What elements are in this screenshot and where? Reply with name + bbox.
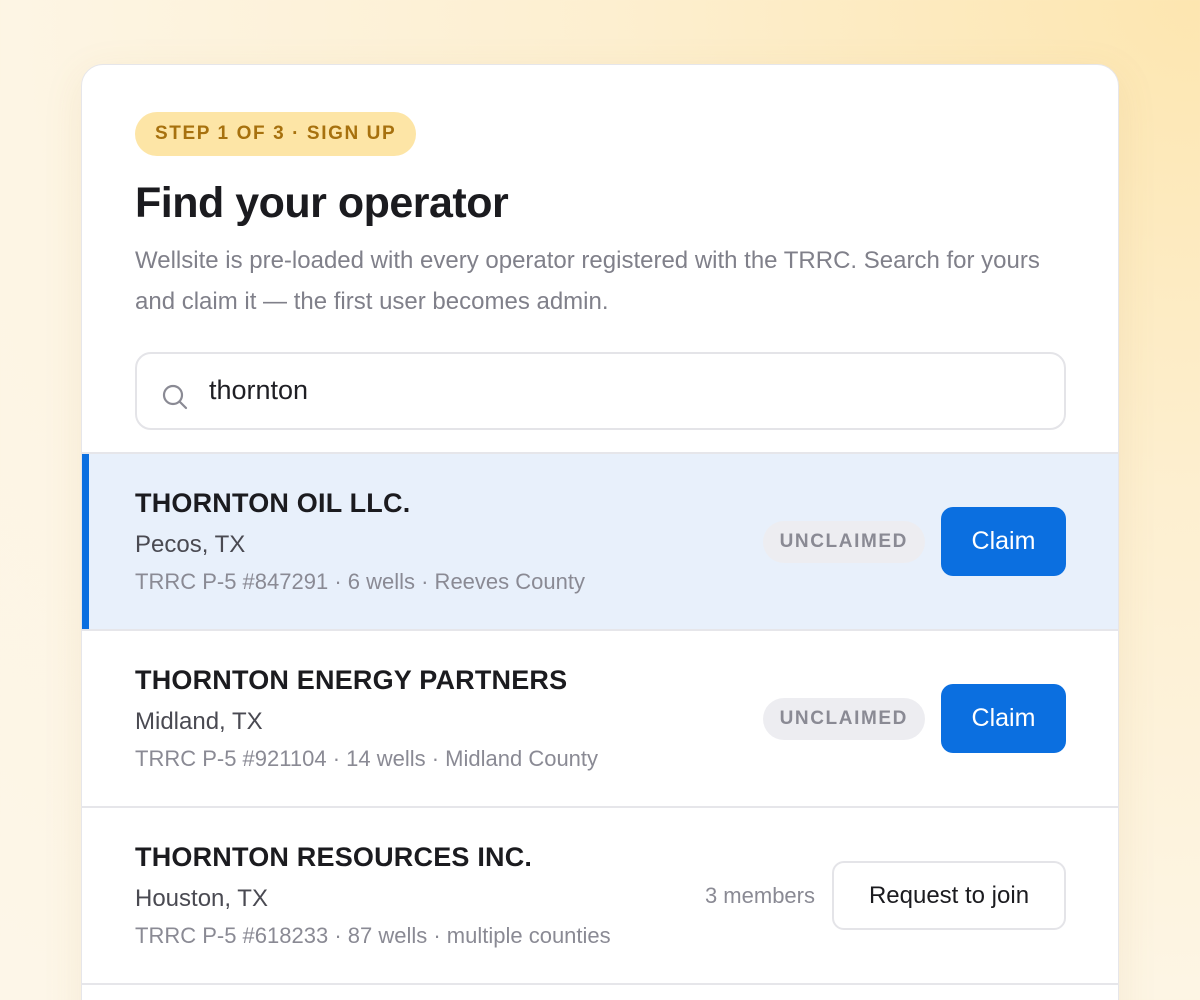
result-row[interactable]	[82, 983, 1118, 1000]
result-actions: UNCLAIMED Claim	[762, 684, 1066, 753]
status-badge: UNCLAIMED	[762, 697, 925, 740]
operator-location: Pecos, TX	[135, 531, 246, 558]
operator-meta: TRRC P-5 #618233 · 87 wells · multiple c…	[135, 923, 611, 948]
result-info: THORNTON ENERGY PARTNERS Midland, TX TRR…	[135, 665, 763, 772]
status-badge: UNCLAIMED	[762, 520, 925, 563]
result-info: THORNTON RESOURCES INC. Houston, TX TRRC…	[135, 842, 705, 949]
claim-button[interactable]: Claim	[941, 684, 1066, 753]
operator-meta: TRRC P-5 #847291 · 6 wells · Reeves Coun…	[135, 569, 585, 594]
operator-name: THORNTON OIL LLC.	[135, 488, 411, 518]
page-subtitle: Wellsite is pre-loaded with every operat…	[135, 247, 1040, 315]
member-count: 3 members	[704, 882, 815, 908]
operator-name: THORNTON RESOURCES INC.	[135, 842, 533, 872]
results-list: THORNTON OIL LLC. Pecos, TX TRRC P-5 #84…	[82, 452, 1118, 1000]
result-row[interactable]: THORNTON RESOURCES INC. Houston, TX TRRC…	[82, 806, 1118, 983]
request-to-join-button[interactable]: Request to join	[832, 861, 1066, 930]
search-icon	[161, 383, 189, 411]
operator-location: Houston, TX	[135, 885, 268, 912]
signup-card: STEP 1 OF 3 · SIGN UP Find your operator…	[81, 64, 1119, 1000]
operator-location: Midland, TX	[135, 708, 263, 735]
page-title: Find your operator	[135, 179, 509, 227]
search-input[interactable]: thornton	[135, 352, 1066, 430]
operator-meta: TRRC P-5 #921104 · 14 wells · Midland Co…	[135, 746, 599, 771]
result-actions: UNCLAIMED Claim	[762, 507, 1066, 576]
card-header: STEP 1 OF 3 · SIGN UP Find your operator…	[82, 65, 1118, 430]
step-badge: STEP 1 OF 3 · SIGN UP	[135, 112, 417, 156]
claim-button[interactable]: Claim	[941, 507, 1066, 576]
result-info: THORNTON OIL LLC. Pecos, TX TRRC P-5 #84…	[135, 488, 763, 595]
result-actions: 3 members Request to join	[705, 861, 1066, 930]
operator-name: THORNTON ENERGY PARTNERS	[135, 665, 568, 695]
search-value[interactable]: thornton	[209, 375, 308, 406]
result-row[interactable]: THORNTON ENERGY PARTNERS Midland, TX TRR…	[82, 629, 1118, 806]
result-row-selected[interactable]: THORNTON OIL LLC. Pecos, TX TRRC P-5 #84…	[82, 452, 1118, 629]
